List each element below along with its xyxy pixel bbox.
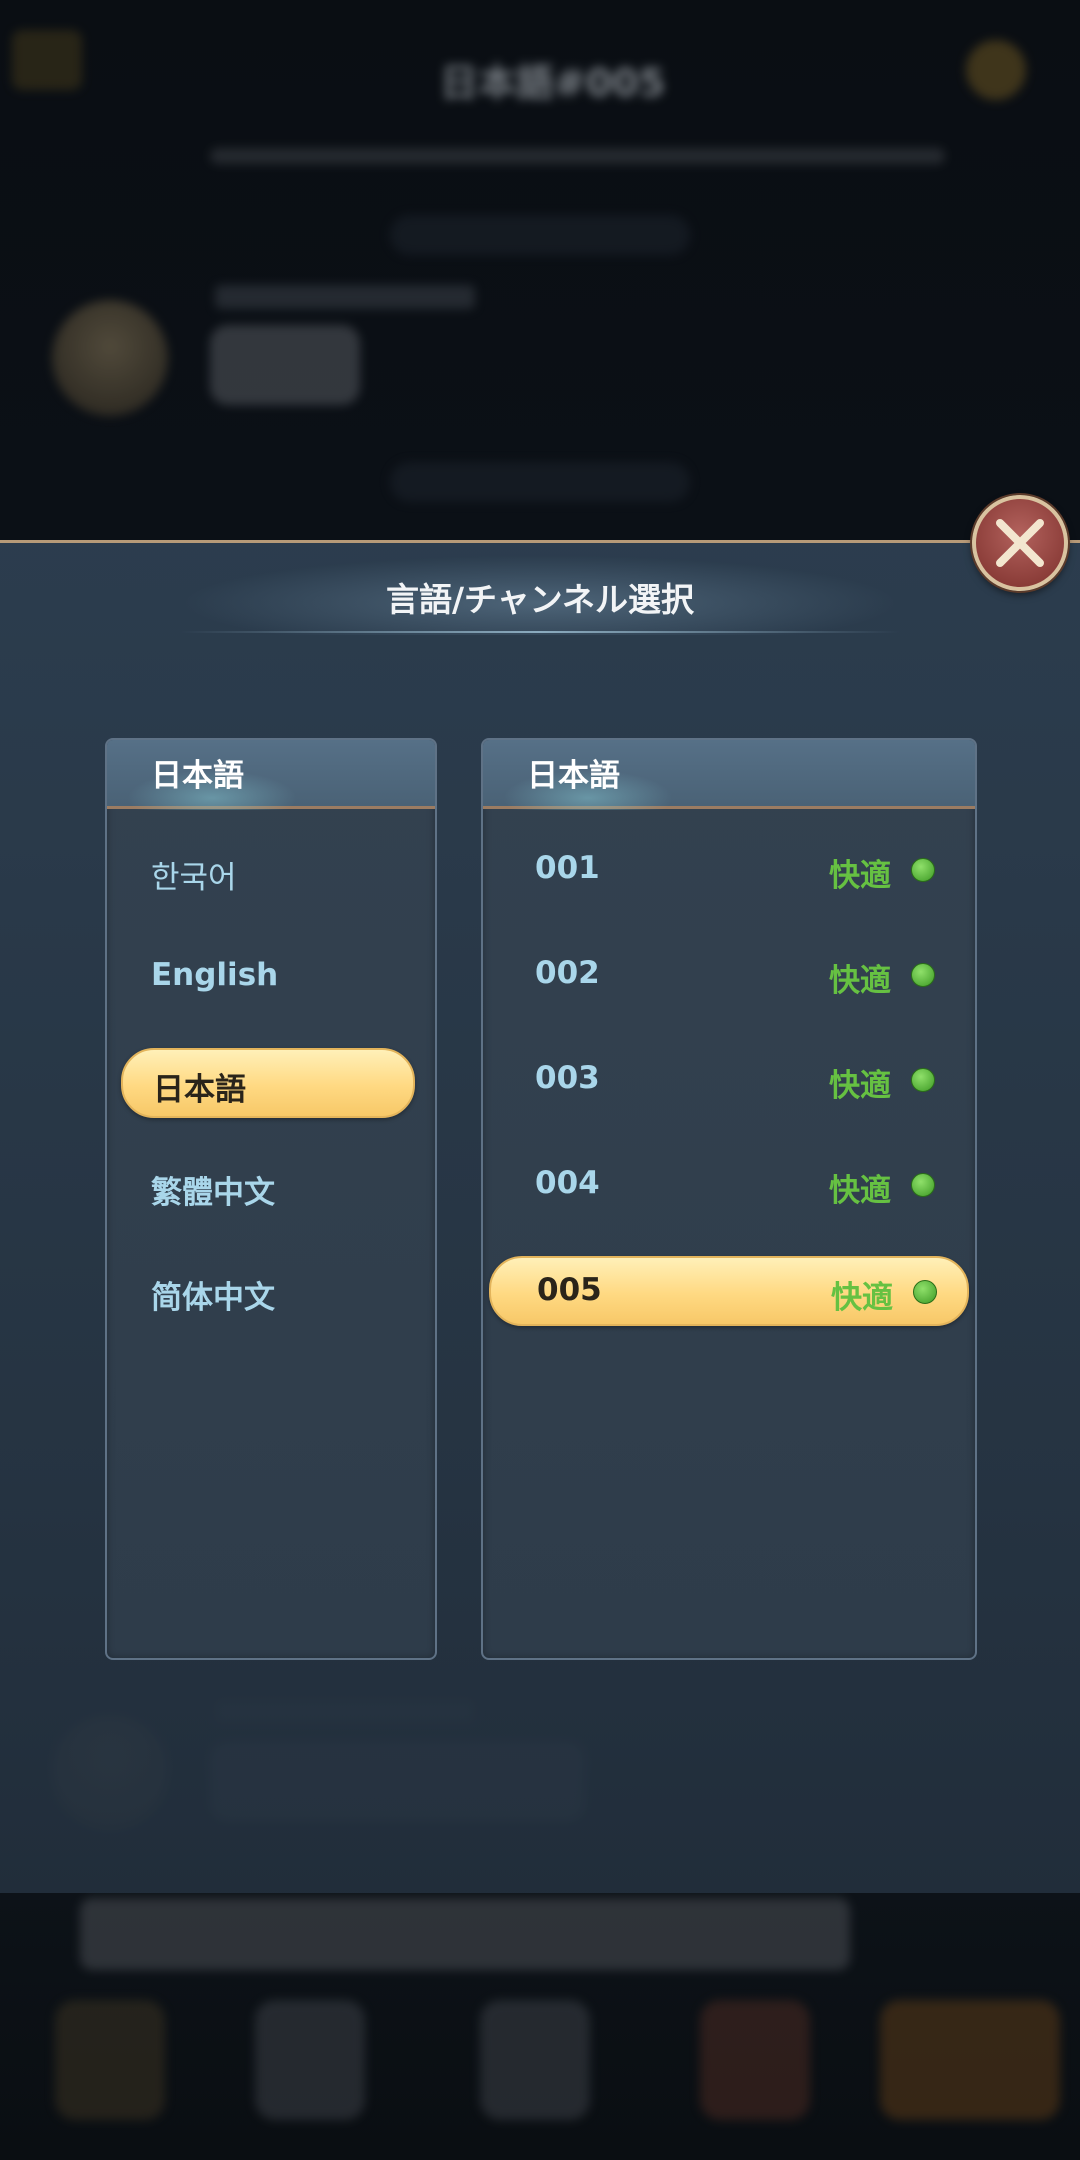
background-title: 日本語#005 (440, 61, 666, 105)
screen: 日本語#005 言語/チャンネル選択 日本語 한국어 English 日本語 繁… (0, 0, 1080, 2160)
language-item-label: English (151, 957, 279, 993)
background-progress-bar (210, 148, 945, 164)
background-username (215, 285, 475, 309)
channel-panel-header-label: 日本語 (527, 758, 620, 794)
channel-item-001[interactable]: 001 快適 (489, 836, 965, 902)
nav-icon (880, 2000, 1060, 2120)
language-item-label: 繁體中文 (151, 1175, 275, 1211)
channel-number: 003 (535, 1060, 600, 1096)
background-chat-input (80, 1898, 850, 1970)
channel-status: 快適 (829, 858, 891, 894)
nav-icon (700, 2000, 810, 2120)
language-item-korean[interactable]: 한국어 (121, 838, 411, 904)
channel-status: 快適 (829, 963, 891, 999)
channel-status: 快適 (831, 1280, 893, 1316)
channel-number: 004 (535, 1165, 600, 1201)
gear-icon (966, 40, 1026, 100)
status-dot-icon (911, 858, 935, 882)
language-item-japanese[interactable]: 日本語 (121, 1048, 415, 1118)
channel-item-004[interactable]: 004 快適 (489, 1151, 965, 1217)
background-date-pill (390, 462, 690, 502)
nav-icon (55, 2000, 165, 2120)
language-panel-header: 日本語 (107, 740, 435, 810)
avatar (52, 300, 168, 416)
background-bubble (210, 325, 360, 405)
status-dot-icon (911, 1173, 935, 1197)
close-button[interactable] (972, 495, 1068, 591)
language-item-traditional-chinese[interactable]: 繁體中文 (121, 1153, 411, 1219)
title-divider (180, 631, 900, 633)
channel-number: 002 (535, 955, 600, 991)
dialog-title: 言語/チャンネル選択 (385, 580, 695, 619)
nav-icon (480, 2000, 590, 2120)
language-item-label: 简体中文 (151, 1280, 275, 1316)
language-item-label: 한국어 (151, 860, 237, 896)
language-panel-header-label: 日本語 (151, 758, 244, 794)
status-dot-icon (911, 1068, 935, 1092)
channel-number: 005 (537, 1272, 602, 1308)
channel-status: 快適 (829, 1173, 891, 1209)
status-dot-icon (911, 963, 935, 987)
status-dot-icon (913, 1280, 937, 1304)
close-icon (996, 519, 1044, 567)
background-date-pill (390, 215, 690, 255)
language-list-panel: 日本語 한국어 English 日本語 繁體中文 简体中文 (105, 738, 437, 1660)
back-icon (12, 30, 82, 90)
language-item-label: 日本語 (153, 1072, 246, 1108)
channel-item-002[interactable]: 002 快適 (489, 941, 965, 1007)
channel-status: 快適 (829, 1068, 891, 1104)
channel-number: 001 (535, 850, 600, 886)
language-item-simplified-chinese[interactable]: 简体中文 (121, 1258, 411, 1324)
channel-item-005[interactable]: 005 快適 (489, 1256, 969, 1326)
channel-list-panel: 日本語 001 快適 002 快適 003 快適 004 快適 005 快適 (481, 738, 977, 1660)
channel-panel-header: 日本語 (483, 740, 975, 810)
channel-item-003[interactable]: 003 快適 (489, 1046, 965, 1112)
language-item-english[interactable]: English (121, 943, 411, 1009)
nav-icon (255, 2000, 365, 2120)
